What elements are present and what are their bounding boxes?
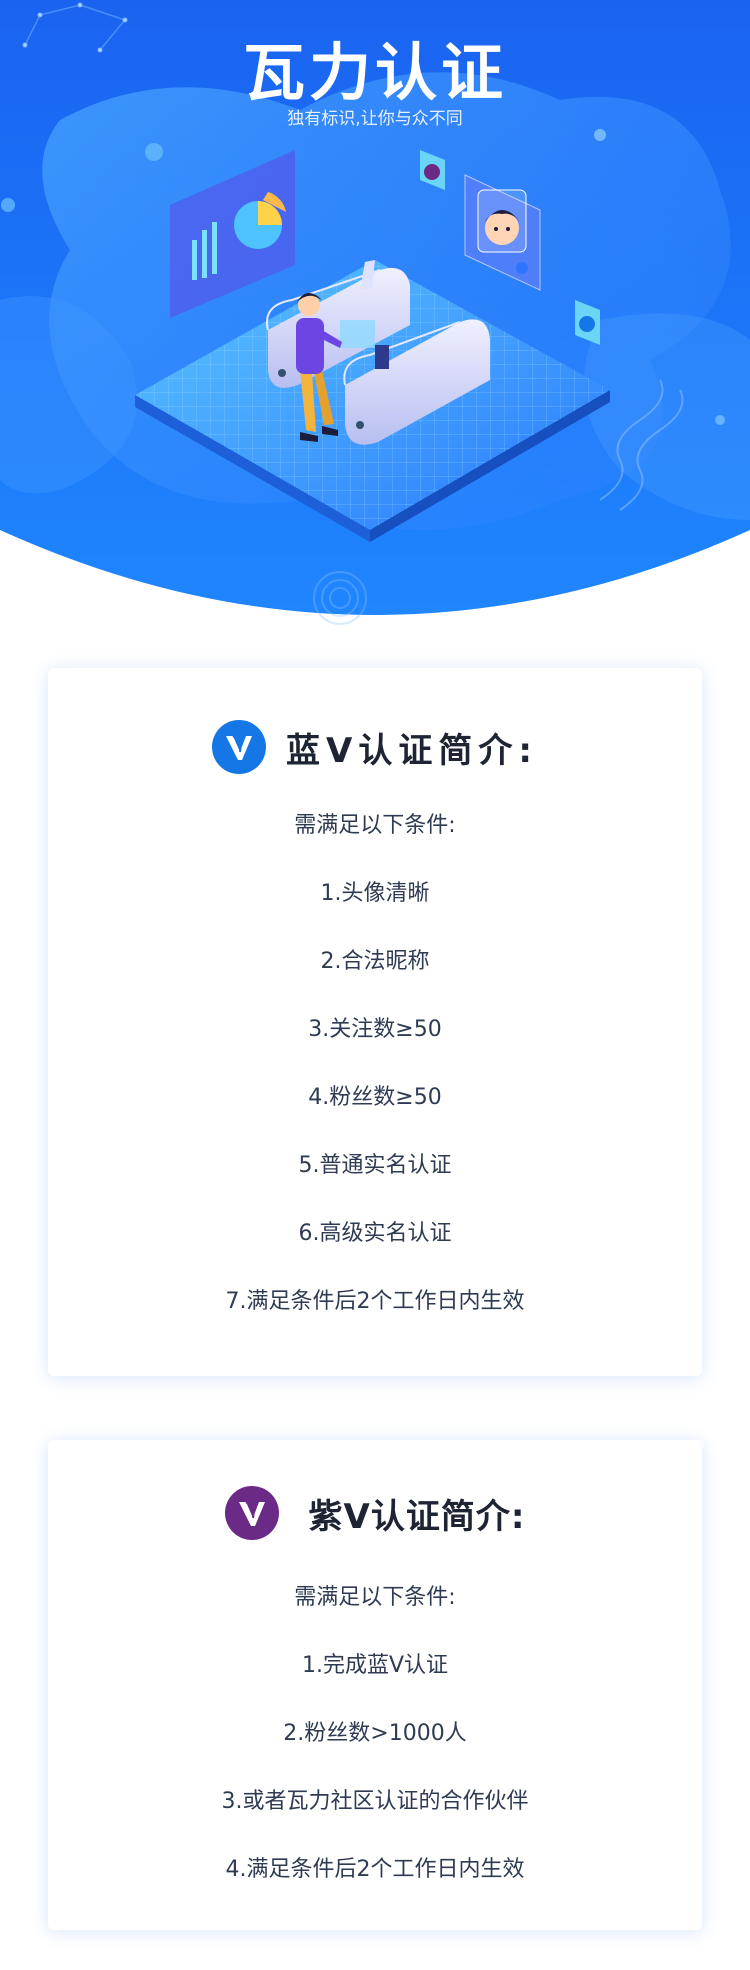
blue-v-heading: 蓝V认证简介: [48, 720, 702, 774]
list-item: 3.关注数≥50 [308, 1017, 442, 1042]
list-item: 4.满足条件后2个工作日内生效 [225, 1857, 525, 1882]
page: 瓦力认证 独有标识,让你与众不同 蓝V认证简介: 需满足以下条件: 1.头像清晰… [0, 0, 750, 1970]
purple-v-intro: 需满足以下条件: [294, 1585, 456, 1610]
hero-subtitle: 独有标识,让你与众不同 [287, 109, 463, 129]
hero-banner: 瓦力认证 独有标识,让你与众不同 [0, 0, 750, 640]
list-item: 4.粉丝数≥50 [308, 1085, 442, 1110]
list-item: 2.合法昵称 [320, 949, 430, 974]
purple-v-heading: 紫V认证简介: [48, 1486, 702, 1540]
blue-v-card: 蓝V认证简介: 需满足以下条件: 1.头像清晰 2.合法昵称 3.关注数≥50 … [48, 668, 702, 1376]
list-item: 1.完成蓝V认证 [301, 1653, 449, 1678]
purple-v-badge-icon [224, 1486, 279, 1540]
blue-v-requirements: 需满足以下条件: 1.头像清晰 2.合法昵称 3.关注数≥50 4.粉丝数≥50… [48, 792, 702, 1336]
purple-v-card: 紫V认证简介: 需满足以下条件: 1.完成蓝V认证 2.粉丝数>1000人 3.… [48, 1440, 702, 1930]
blue-v-badge-icon [212, 720, 267, 774]
list-item: 5.普通实名认证 [298, 1153, 452, 1178]
purple-v-requirements: 需满足以下条件: 1.完成蓝V认证 2.粉丝数>1000人 3.或者瓦力社区认证… [48, 1564, 702, 1904]
purple-v-title: 紫V认证简介: [308, 1496, 526, 1537]
blue-v-title: 蓝V认证简介: [286, 730, 538, 771]
list-item: 3.或者瓦力社区认证的合作伙伴 [221, 1789, 529, 1814]
blue-v-intro: 需满足以下条件: [294, 813, 456, 838]
list-item: 2.粉丝数>1000人 [283, 1721, 467, 1746]
list-item: 7.满足条件后2个工作日内生效 [225, 1289, 525, 1314]
hero-title: 瓦力认证 [242, 36, 507, 109]
list-item: 6.高级实名认证 [298, 1221, 452, 1246]
list-item: 1.头像清晰 [320, 881, 430, 906]
